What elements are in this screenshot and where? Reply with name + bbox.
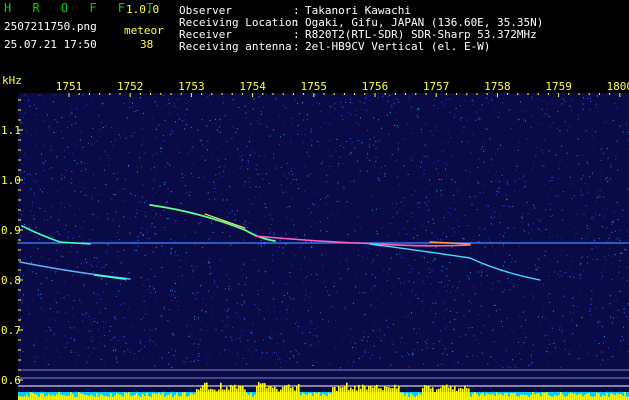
y-axis-unit: kHz [2,74,22,87]
y-tick-label: 0.9 [1,224,21,237]
x-tick-label: 1800 [607,80,629,93]
x-tick-label: 1752 [117,80,144,93]
x-tick-label: 1755 [301,80,328,93]
y-tick-label: 0.7 [1,324,21,337]
x-tick-label: 1753 [178,80,205,93]
x-tick-label: 1758 [484,80,511,93]
y-tick-label: 1.1 [1,124,21,137]
spectrogram-background [18,93,629,400]
x-tick-label: 1757 [423,80,450,93]
x-tick-label: 1756 [362,80,389,93]
x-tick-label: 1759 [545,80,572,93]
spectrogram: kHz 1.1 1.0 0.9 0.8 0.7 0.6 1751 1752 1753 1754 1… [1,74,629,400]
y-tick-label: 1.0 [1,174,21,187]
x-tick-label: 1754 [239,80,266,93]
x-tick-label: 1751 [56,80,83,93]
y-tick-label: 0.8 [1,274,21,287]
y-tick-label: 0.6 [1,374,21,387]
